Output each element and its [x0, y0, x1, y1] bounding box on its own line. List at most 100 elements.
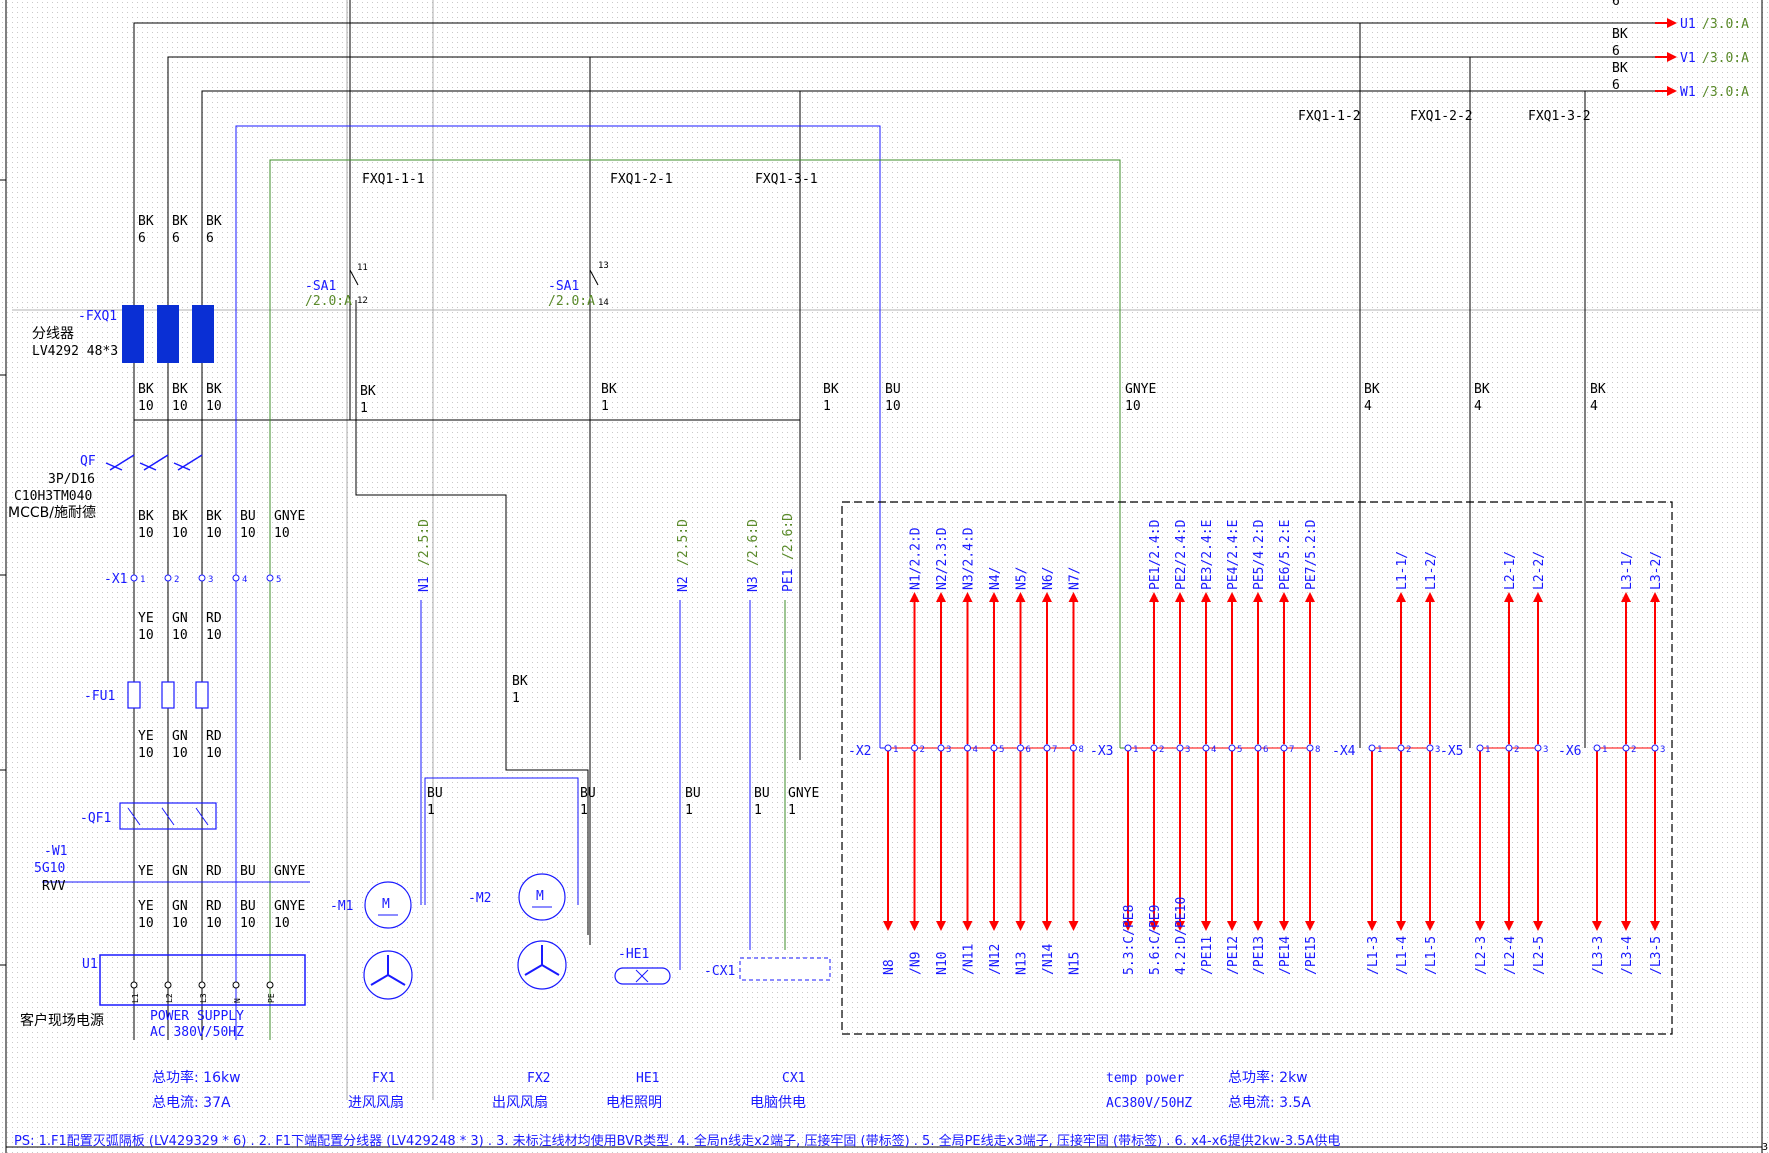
he1-lamp[interactable]: -HE1 [614, 947, 671, 985]
wire-color-label: BK [138, 382, 154, 397]
wire-labels: BK6BK6BK6BK10BK10BK10BK10BK10BK10BU10GNY… [138, 214, 1606, 931]
sa1-ref-1: /2.0:A [305, 294, 352, 309]
x6-tag: -X6 [1558, 744, 1581, 759]
output-phases: U1/3.0:A V1/3.0:A W1/3.0:A 6 BK 6 BK 6 B… [1360, 0, 1749, 100]
m1-motor[interactable]: M -M1 [330, 881, 413, 1000]
x3-pin: 3 [1185, 745, 1190, 755]
feeder-labels-top: FXQ1-1-2 FXQ1-2-2 FXQ1-3-2 [1298, 109, 1591, 124]
wire-color-label: BK [512, 674, 528, 689]
sa1-switch-1[interactable]: -SA1 /2.0:A 11 12 [305, 263, 368, 309]
qf-model: C10H3TM040 [14, 489, 92, 504]
wire-color-label: BK [1364, 382, 1380, 397]
x3-pin: 1 [1133, 745, 1138, 755]
output-u1-ref: /3.0:A [1702, 17, 1749, 32]
svg-text:/2.6:D: /2.6:D [746, 519, 761, 566]
u1-power-supply[interactable]: U1 L1 L2 L3 N PE POWER SUPPLY AC 380V/50… [20, 954, 306, 1040]
fxq1-tag: -FXQ1 [78, 309, 117, 324]
feeder-fxq1-1-1: FXQ1-1-1 [362, 172, 425, 187]
x3-pin: 5 [1237, 745, 1242, 755]
svg-text:14: 14 [598, 298, 609, 308]
svg-text:M: M [382, 897, 390, 912]
wire-color-label: GNYE [274, 509, 305, 524]
wire-size-label: 1 [685, 803, 693, 818]
wire-color-label: BU [240, 509, 256, 524]
u1-caption: 客户现场电源 [20, 1012, 104, 1029]
svg-text:总电流: 37A: 总电流: 37A [152, 1095, 231, 1111]
svg-text:N: N [233, 998, 242, 1003]
wire-color-label: BK [172, 509, 188, 524]
wire-size-label: 4 [1590, 399, 1598, 414]
fu1-fuses[interactable]: -FU1 [84, 681, 209, 709]
x4-terminal-strip[interactable]: -X4 1 2 3L1-1/L1-2//L1-3/L1-4/L1-5 [1332, 551, 1440, 975]
svg-text:M: M [536, 889, 544, 904]
x2-top-label: N1/2.2:D [909, 527, 924, 590]
x6-terminal-strip[interactable]: -X6 1 2 3 L3-1/L3-2/ /L3-3/L3-4/L3-5 [1558, 551, 1665, 975]
wire-color-label: BK [138, 214, 154, 229]
x4-pin: 1 [1377, 745, 1382, 755]
svg-text:N1: N1 [417, 576, 432, 592]
x6-bottom-label: /L3-3 [1591, 936, 1606, 975]
wire-size-label: 10 [172, 526, 188, 541]
x6-pin: 3 [1660, 745, 1665, 755]
x4-top-label: L1-2/ [1424, 551, 1439, 590]
w1-tag: -W1 [44, 844, 67, 859]
x2-bottom-label: /N9 [909, 952, 924, 975]
top-wire-size-2: 6 [1612, 44, 1620, 59]
x5-bottom-label: /L2-4 [1503, 936, 1518, 975]
fxq1-distribution-block[interactable]: -FXQ1 分线器 LV4292 48*3 [32, 305, 214, 363]
svg-text:/2.6:D: /2.6:D [781, 513, 796, 560]
x5-terminal-strip[interactable]: -X5 1 2 3 L2-1/L2-2/ /L2-3/L2-4/L2-5 [1440, 551, 1548, 975]
wire-size-label: 10 [240, 526, 256, 541]
cx1-socket[interactable]: -CX1 [704, 957, 831, 981]
x2-pin: 8 [1079, 745, 1084, 755]
fxq1-name: 分线器 [32, 326, 74, 342]
wire-size-label: 10 [172, 399, 188, 414]
footer-notes: 总功率: 16kw 总电流: 37A FX1 进风风扇 FX2 出风风扇 HE1… [14, 1069, 1768, 1153]
x3-bottom-label: /PE15 [1304, 936, 1319, 975]
wire-size-label: 10 [172, 628, 188, 643]
x2-top-label: N2/2.3:D [935, 527, 950, 590]
svg-text:L3: L3 [199, 993, 208, 1003]
svg-text:PE1: PE1 [781, 569, 796, 592]
wire-size-label: 10 [274, 916, 290, 931]
wire-color-label: YE [138, 729, 154, 744]
wire-color-label: BU [685, 786, 701, 801]
x2-terminal-strip[interactable]: -X2 1 2 3 4 5 6 7 8 N1/2.2:D N2/2.3:D N3/2.4:D N4/N5… [848, 527, 1084, 975]
top-wire-size-3: 6 [1612, 78, 1620, 93]
svg-text:N3: N3 [746, 576, 761, 592]
x2-top-label: N6/ [1041, 567, 1056, 590]
wire-color-label: BK [206, 382, 222, 397]
wire-color-label: BU [240, 899, 256, 914]
wire-color-label: BK [206, 214, 222, 229]
svg-text:总功率: 16kw: 总功率: 16kw [152, 1069, 241, 1086]
x2-pin: 4 [973, 745, 978, 755]
qf1-isolator[interactable]: -QF1 [80, 802, 217, 830]
wire-size-label: 10 [274, 526, 290, 541]
x4-bottom-label: /L1-4 [1395, 936, 1410, 975]
wire-color-label: BK [172, 214, 188, 229]
wire-size-label: 10 [206, 916, 222, 931]
x2-bottom-label: N8 [882, 959, 897, 975]
x3-bottom-label: 5.6:C/PE9 [1148, 905, 1163, 975]
m2-motor[interactable]: M -M2 [468, 873, 567, 990]
x5-pin: 3 [1543, 745, 1548, 755]
x3-terminal-strip[interactable]: -X3 1 2 3 4 5 6 7 8 PE1/2.4:D PE2/2.4:D PE3/2.4:E PE… [1090, 519, 1320, 975]
svg-text:出风风扇: 出风风扇 [492, 1095, 548, 1111]
section-guides [12, 0, 1762, 1100]
svg-text:PE: PE [267, 993, 276, 1003]
wire-size-label: 10 [206, 399, 222, 414]
x1-terminal[interactable]: -X1 1 2 3 4 5 [104, 572, 281, 587]
qf-brand: MCCB/施耐德 [8, 505, 96, 521]
wire-color-label: GN [172, 611, 188, 626]
wire-color-label: BU [427, 786, 443, 801]
x3-pin: 2 [1159, 745, 1164, 755]
u1-tag: U1 [82, 957, 98, 972]
x3-top-label: PE6/5.2:E [1278, 520, 1293, 590]
sa1-switch-2[interactable]: -SA1 /2.0:A 13 14 [548, 261, 609, 309]
x5-top-label: L2-2/ [1532, 551, 1547, 590]
wire-size-label: 1 [601, 399, 609, 414]
output-w1-label: W1 [1680, 85, 1696, 100]
x5-top-label: L2-1/ [1503, 551, 1518, 590]
wire-size-label: 10 [138, 916, 154, 931]
sa1-tag-2: -SA1 [548, 279, 579, 294]
